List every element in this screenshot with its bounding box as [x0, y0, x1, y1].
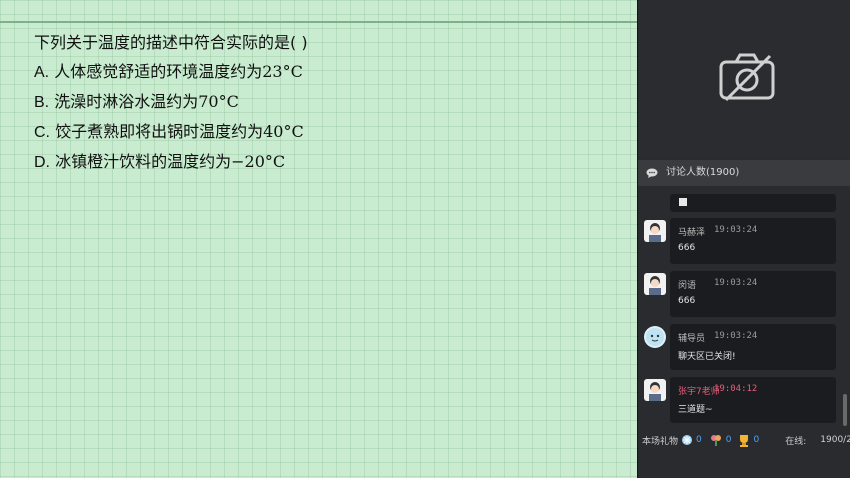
chat-message: 辅导员 19:03:24 聊天区已关闭! [638, 324, 850, 372]
message-bubble: 闵语 19:03:24 666 [670, 271, 836, 317]
option-text: 洗澡时淋浴水温约为 [54, 92, 199, 111]
message-time: 19:04:12 [714, 384, 758, 394]
flower-icon [710, 435, 721, 446]
avatar [644, 326, 666, 348]
emoji-icon [679, 198, 687, 206]
footer-bar: 本场礼物 0 0 0 在线: 1900/24 [638, 428, 850, 452]
option-c: C. 饺子煮熟即将出锅时温度约为40°C [34, 117, 308, 147]
gift-snowflake-button[interactable]: 0 [681, 434, 706, 446]
option-a: A. 人体感觉舒适的环境温度约为23°C [34, 57, 308, 87]
option-value: −20°C [231, 152, 286, 171]
message-time: 19:03:24 [714, 225, 758, 235]
option-value: 70°C [198, 92, 239, 111]
message-time: 19:03:24 [714, 331, 758, 341]
option-value: 40°C [263, 122, 304, 141]
message-text: 三道题~ [678, 405, 713, 415]
sender-name: 闵语 [678, 281, 697, 291]
avatar [644, 220, 666, 242]
option-text: 人体感觉舒适的环境温度约为 [54, 62, 263, 81]
chat-list[interactable]: 马赫泽 19:03:24 666 闵语 19:03:24 666 辅导员 19:… [638, 186, 850, 426]
message-bubble: 马赫泽 19:03:24 666 [670, 218, 836, 264]
message-text: 聊天区已关闭! [678, 352, 736, 362]
chat-scrollbar[interactable] [843, 394, 847, 426]
gift-count: 0 [753, 435, 760, 445]
option-d: D. 冰镇橙汁饮料的温度约为−20°C [34, 147, 308, 177]
gift-count: 0 [696, 435, 702, 445]
option-letter: A. [34, 64, 50, 81]
camera-off-icon [719, 53, 775, 102]
option-b: B. 洗澡时淋浴水温约为70°C [34, 87, 308, 117]
whiteboard: 下列关于温度的描述中符合实际的是( ) A. 人体感觉舒适的环境温度约为23°C… [0, 0, 637, 478]
option-text: 饺子煮熟即将出锅时温度约为 [55, 122, 264, 141]
gift-count: 0 [725, 435, 732, 445]
chat-message-partial [670, 194, 836, 212]
avatar [644, 379, 666, 401]
message-bubble: 张宇7老师 19:04:12 三道题~ [670, 377, 836, 423]
chat-bubble-icon [646, 168, 658, 178]
option-text: 冰镇橙汁饮料的温度约为 [55, 152, 232, 171]
option-value: 23°C [262, 62, 303, 81]
gift-trophy-button[interactable]: 0 [738, 434, 763, 447]
board-divider [0, 21, 637, 23]
snowflake-icon [682, 435, 693, 445]
video-area[interactable] [638, 0, 850, 158]
question-block: 下列关于温度的描述中符合实际的是( ) A. 人体感觉舒适的环境温度约为23°C… [34, 28, 308, 177]
chat-message: 马赫泽 19:03:24 666 [638, 218, 850, 266]
message-bubble: 辅导员 19:03:24 聊天区已关闭! [670, 324, 836, 370]
message-text: 666 [678, 296, 696, 306]
discussion-count: 讨论人数(1900) [666, 167, 740, 178]
message-text: 666 [678, 243, 696, 253]
option-letter: B. [34, 94, 50, 111]
side-panel: 讨论人数(1900) 马赫泽 19:03:24 666 闵语 19:03:24 … [637, 0, 850, 478]
option-letter: D. [34, 154, 50, 171]
chat-message: 闵语 19:03:24 666 [638, 271, 850, 319]
avatar [644, 273, 666, 295]
online-count: 1900/24 [820, 435, 850, 445]
trophy-icon [740, 434, 749, 447]
sender-name: 辅导员 [678, 334, 706, 344]
chat-message-teacher: 张宇7老师 19:04:12 三道题~ [638, 377, 850, 425]
question-stem: 下列关于温度的描述中符合实际的是( ) [34, 33, 308, 52]
gift-flower-button[interactable]: 0 [709, 434, 736, 446]
message-time: 19:03:24 [714, 278, 758, 288]
chat-header: 讨论人数(1900) [638, 160, 850, 186]
sender-name: 马赫泽 [678, 228, 706, 238]
option-letter: C. [34, 124, 50, 141]
online-label: 在线: [785, 436, 807, 447]
gift-label: 本场礼物 [642, 436, 679, 447]
